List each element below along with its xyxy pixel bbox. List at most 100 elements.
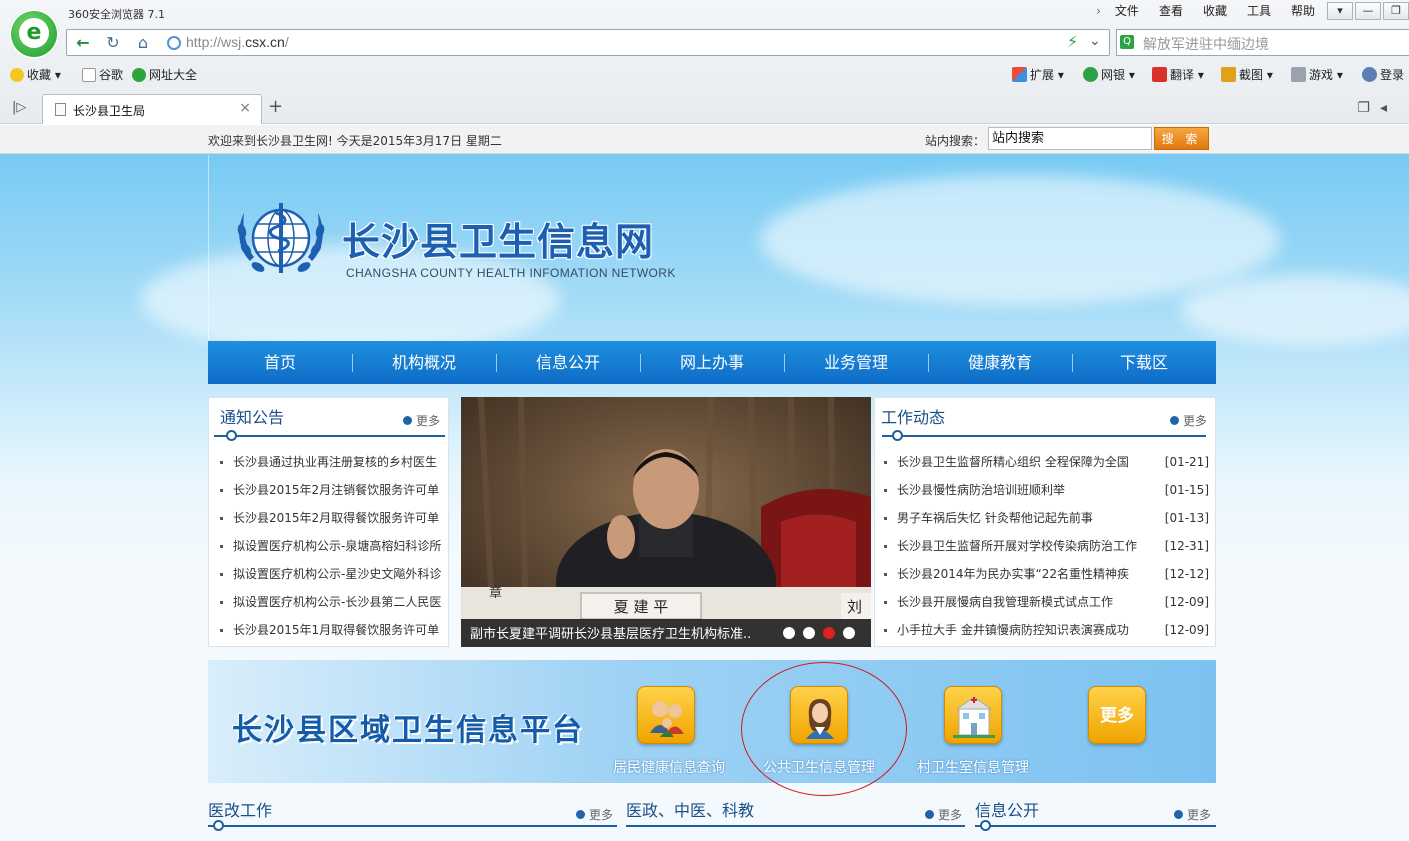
- plus-icon: [1169, 416, 1179, 425]
- list-item[interactable]: 长沙县2015年2月注销餐饮服务许可单: [220, 476, 442, 504]
- platform-label-resident[interactable]: 居民健康信息查询: [613, 757, 725, 777]
- close-icon[interactable]: ×: [239, 100, 251, 116]
- tool-games[interactable]: 游戏 ▾: [1291, 66, 1343, 83]
- list-item[interactable]: 长沙县2015年2月取得餐饮服务许可单: [220, 504, 442, 532]
- more-icon[interactable]: 更多: [1088, 686, 1146, 744]
- section-underline: [208, 825, 617, 827]
- maximize-button[interactable]: ❐: [1383, 2, 1409, 20]
- work-title: 工作动态: [881, 408, 946, 427]
- list-item[interactable]: 长沙县2014年为民办实事“22名重性精神疾 [12-12]: [884, 560, 1209, 588]
- slide-dot[interactable]: [803, 627, 815, 639]
- list-item[interactable]: 拟设置医疗机构公示-泉塘高榕妇科诊所: [220, 532, 442, 560]
- url-dropdown-icon[interactable]: ⌄: [1089, 33, 1101, 49]
- translate-icon: [1152, 67, 1167, 82]
- slide-dot[interactable]: [783, 627, 795, 639]
- slide-caption[interactable]: 副市长夏建平调研长沙县基层医疗卫生机构标准..: [470, 623, 751, 642]
- underline-dot: [980, 820, 991, 831]
- home-icon[interactable]: ⌂: [131, 32, 155, 54]
- menu-tools[interactable]: 工具: [1237, 0, 1281, 22]
- site-subtitle: CHANGSHA COUNTY HEALTH INFOMATION NETWOR…: [346, 266, 676, 280]
- list-item[interactable]: 长沙县慢性病防治培训班顺利举 [01-15]: [884, 476, 1209, 504]
- list-item[interactable]: 拟设置医疗机构公示-长沙县第二人民医: [220, 588, 442, 616]
- bookmark-bar: 收藏 ▾ 谷歌 网址大全 扩展 ▾ 网银 ▾ 翻译 ▾ 截图 ▾ 游戏 ▾ 登录: [10, 64, 1409, 86]
- nav-download[interactable]: 下载区: [1072, 341, 1216, 384]
- clinic-icon[interactable]: [944, 686, 1002, 744]
- list-item[interactable]: 长沙县卫生监督所开展对学校传染病防治工作 [12-31]: [884, 532, 1209, 560]
- list-item[interactable]: 长沙县通过执业再注册复核的乡村医生: [220, 448, 442, 476]
- underline-dot: [226, 430, 237, 441]
- site-search-label: 站内搜索：: [925, 134, 986, 148]
- nav-business[interactable]: 业务管理: [784, 341, 928, 384]
- skin-button[interactable]: ▾: [1327, 2, 1353, 20]
- slide-dot-active[interactable]: [823, 627, 835, 639]
- nav-organization[interactable]: 机构概况: [352, 341, 496, 384]
- speed-mode-icon[interactable]: ⚡: [1067, 32, 1078, 51]
- section-title-medical-admin: 医政、中医、科教: [626, 801, 755, 820]
- tool-ebank[interactable]: 网银 ▾: [1083, 66, 1135, 83]
- site-title: 长沙县卫生信息网: [342, 220, 655, 264]
- list-item[interactable]: 长沙县2015年1月取得餐饮服务许可单: [220, 616, 442, 644]
- url-text[interactable]: http://wsj.csx.cn/: [186, 34, 289, 50]
- list-item[interactable]: 男子车祸后失忆 针灸帮他记起先前事 [01-13]: [884, 504, 1209, 532]
- address-bar[interactable]: ← ↻ ⌂ http://wsj.csx.cn/ ⚡ ⌄: [66, 29, 1110, 56]
- list-item[interactable]: 长沙县开展慢病自我管理新模式试点工作 [12-09]: [884, 588, 1209, 616]
- tool-login[interactable]: 登录: [1362, 66, 1404, 83]
- site-search-input[interactable]: 站内搜索: [988, 127, 1152, 150]
- minimize-button[interactable]: —: [1355, 2, 1381, 20]
- bookmark-favorites[interactable]: 收藏 ▾: [10, 66, 61, 83]
- page-icon: [55, 103, 66, 116]
- browser-search-input[interactable]: 解放军进驻中缅边境: [1143, 34, 1269, 54]
- web-page: 欢迎来到长沙县卫生网! 今天是2015年3月17日 星期二 站内搜索： 站内搜索…: [0, 125, 1409, 841]
- plus-icon: [402, 416, 412, 425]
- site-search-button[interactable]: 搜 索: [1154, 127, 1209, 150]
- nav-online-service[interactable]: 网上办事: [640, 341, 784, 384]
- nameplate-text: 刘: [847, 598, 862, 616]
- medical-admin-more-link[interactable]: 更多: [925, 806, 962, 823]
- family-icon[interactable]: [637, 686, 695, 744]
- list-item[interactable]: 小手拉大手 金井镇慢病防控知识表演赛成功 [12-09]: [884, 616, 1209, 644]
- page-icon: [82, 68, 96, 82]
- menu-favorites[interactable]: 收藏: [1193, 0, 1237, 22]
- slide-dot[interactable]: [843, 627, 855, 639]
- sites-icon: [132, 68, 146, 82]
- nav-info-public[interactable]: 信息公开: [496, 341, 640, 384]
- browser-logo-icon[interactable]: e: [9, 9, 59, 59]
- tool-extensions[interactable]: 扩展 ▾: [1012, 66, 1064, 83]
- tab-tools-icon[interactable]: ❐◂: [1357, 100, 1397, 116]
- item-date: [12-09]: [1164, 595, 1209, 609]
- section-underline: [626, 825, 965, 827]
- info-public-more-link[interactable]: 更多: [1174, 806, 1211, 823]
- list-item[interactable]: 拟设置医疗机构公示-星沙史文飚外科诊: [220, 560, 442, 588]
- tool-translate[interactable]: 翻译 ▾: [1152, 66, 1204, 83]
- search-engine-icon[interactable]: Q: [1120, 35, 1134, 49]
- item-date: [01-13]: [1164, 511, 1209, 525]
- browser-chrome: e 360安全浏览器 7.1 › 文件 查看 收藏 工具 帮助 ▾ — ❐ ← …: [0, 0, 1409, 124]
- browser-search-box[interactable]: Q 解放军进驻中缅边境: [1116, 29, 1409, 56]
- nav-home[interactable]: 首页: [208, 341, 352, 384]
- tab-active[interactable]: 长沙县卫生局 ×: [42, 94, 262, 124]
- bookmark-sites[interactable]: 网址大全: [132, 66, 197, 83]
- extensions-icon: [1012, 67, 1027, 82]
- plus-icon: [576, 810, 585, 819]
- back-icon[interactable]: ←: [71, 32, 95, 54]
- list-item[interactable]: 长沙县卫生监督所精心组织 全程保障为全国 [01-21]: [884, 448, 1209, 476]
- refresh-icon[interactable]: ↻: [101, 32, 125, 54]
- tool-screenshot[interactable]: 截图 ▾: [1221, 66, 1273, 83]
- menu-chevron-icon[interactable]: ›: [1092, 4, 1105, 18]
- nav-health-edu[interactable]: 健康教育: [928, 341, 1072, 384]
- notice-more-link[interactable]: 更多: [402, 412, 440, 429]
- new-tab-button[interactable]: +: [268, 96, 283, 117]
- news-slideshow[interactable]: 夏 建 平 章 刘 副市长夏建平调研长沙县基层医疗卫生机构标准..: [461, 397, 871, 647]
- menu-help[interactable]: 帮助: [1281, 0, 1325, 22]
- medical-reform-more-link[interactable]: 更多: [576, 806, 613, 823]
- tab-label: 长沙县卫生局: [73, 104, 146, 118]
- notice-panel: 通知公告 更多 长沙县通过执业再注册复核的乡村医生 长沙县2015年2月注销餐饮…: [208, 397, 449, 647]
- item-date: [12-12]: [1164, 567, 1209, 581]
- menu-view[interactable]: 查看: [1149, 0, 1193, 22]
- bookmark-google[interactable]: 谷歌: [82, 66, 123, 83]
- work-more-link[interactable]: 更多: [1169, 412, 1207, 429]
- menu-file[interactable]: 文件: [1105, 0, 1149, 22]
- item-date: [01-21]: [1164, 455, 1209, 469]
- platform-label-village-clinic[interactable]: 村卫生室信息管理: [917, 757, 1029, 777]
- sidebar-toggle-icon[interactable]: |▷: [12, 100, 26, 115]
